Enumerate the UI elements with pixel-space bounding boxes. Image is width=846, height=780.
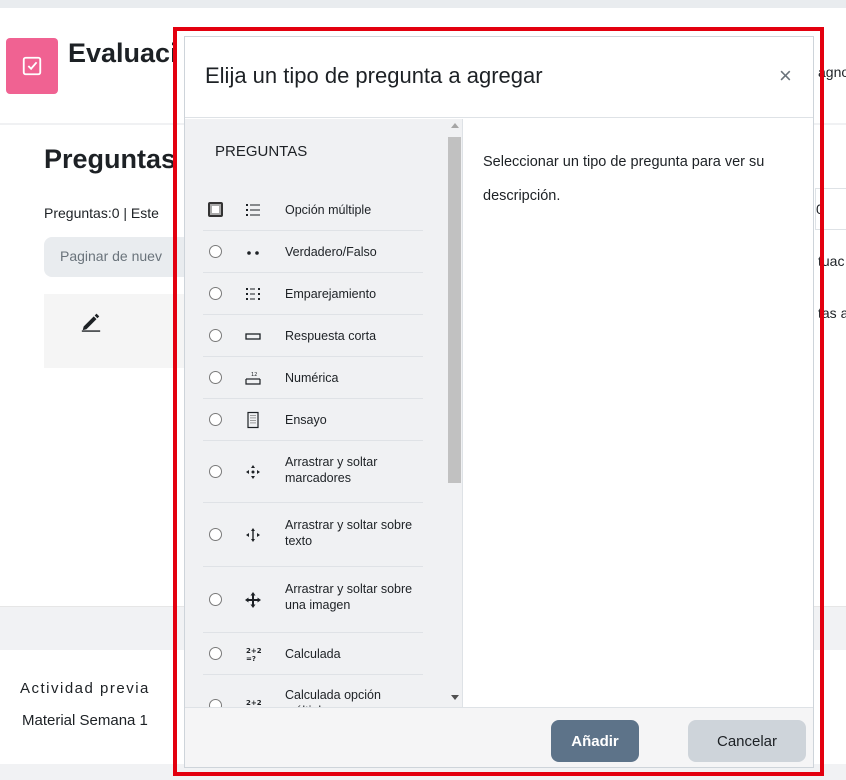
header-right-fragment: agno	[818, 64, 846, 80]
svg-text:2+2: 2+2	[246, 699, 262, 707]
option-label: Verdadero/Falso	[285, 245, 377, 259]
option-label: Calculada opción múltiple	[285, 688, 381, 707]
multichoice-icon	[241, 198, 265, 222]
shortanswer-icon	[241, 324, 265, 348]
option-label: Respuesta corta	[285, 329, 377, 343]
match-icon	[241, 282, 265, 306]
pencil-icon[interactable]	[80, 310, 102, 332]
radio-button[interactable]	[209, 413, 222, 426]
option-calculatedmulti[interactable]: 2+2=? Calculada opción múltiple	[203, 675, 423, 707]
option-essay[interactable]: Ensayo	[203, 399, 423, 441]
radio-button[interactable]	[209, 647, 222, 660]
option-multichoice[interactable]: Opción múltiple	[203, 189, 423, 231]
quiz-activity-icon	[6, 38, 58, 94]
previous-activity-link[interactable]: Material Semana 1	[22, 712, 148, 729]
modal-header: Elija un tipo de pregunta a agregar ×	[185, 37, 813, 118]
section-title: Preguntas	[44, 144, 177, 174]
radio-button[interactable]	[209, 699, 222, 707]
modal-title: Elija un tipo de pregunta a agregar	[205, 63, 543, 88]
radio-button[interactable]	[209, 329, 222, 342]
ddimageortext-icon	[241, 588, 265, 612]
scroll-thumb[interactable]	[448, 137, 461, 483]
option-label: Arrastrar y soltar sobre una imagen	[285, 582, 413, 612]
ddwtos-icon	[241, 523, 265, 547]
radio-button[interactable]	[209, 465, 222, 478]
svg-text:2+2: 2+2	[246, 647, 262, 655]
truefalse-icon	[241, 240, 265, 264]
radio-button[interactable]	[208, 202, 223, 217]
option-ddmarker[interactable]: Arrastrar y soltar marcadores	[203, 441, 423, 503]
option-ddwtos[interactable]: Arrastrar y soltar sobre texto	[203, 503, 423, 567]
scroll-down-arrow-icon[interactable]	[451, 695, 459, 700]
radio-button[interactable]	[209, 287, 222, 300]
option-label: Ensayo	[285, 413, 327, 427]
description-panel: Seleccionar un tipo de pregunta para ver…	[463, 119, 813, 707]
cancel-button[interactable]: Cancelar	[688, 720, 806, 762]
option-label: Calculada	[285, 647, 341, 661]
radio-button[interactable]	[209, 593, 222, 606]
option-label: Numérica	[285, 371, 339, 385]
top-navbar-edge	[0, 0, 846, 8]
ddmarker-icon	[241, 460, 265, 484]
quiz-title: Evaluaci	[68, 38, 178, 68]
radio-button[interactable]	[209, 245, 222, 258]
max-grade-input[interactable]: 0	[815, 188, 846, 230]
option-label: Arrastrar y soltar marcadores	[285, 455, 378, 485]
option-label: Emparejamiento	[285, 287, 377, 301]
option-calculated[interactable]: 2+2 =? Calculada	[203, 633, 423, 675]
scroll-up-arrow-icon[interactable]	[451, 123, 459, 128]
radio-button[interactable]	[209, 371, 222, 384]
option-label: Arrastrar y soltar sobre texto	[285, 518, 413, 548]
option-ddimageortext[interactable]: Arrastrar y soltar sobre una imagen	[203, 567, 423, 633]
right-fragment-text: tas a	[818, 305, 846, 321]
calculatedmulti-icon: 2+2=?	[241, 694, 265, 707]
question-options-panel: PREGUNTAS Opción múltiple Verdadero/Fals…	[185, 119, 463, 707]
option-shortanswer[interactable]: Respuesta corta	[203, 315, 423, 357]
right-fragment-text: tuac	[818, 253, 845, 269]
previous-activity-label: Actividad previa	[20, 680, 150, 697]
question-count: Preguntas:0 | Este	[44, 205, 159, 221]
essay-icon	[241, 408, 265, 432]
option-numerical[interactable]: 12 Numérica	[203, 357, 423, 399]
svg-text:=?: =?	[246, 655, 256, 663]
svg-text:12: 12	[251, 372, 257, 378]
option-label: Opción múltiple	[285, 203, 372, 217]
option-truefalse[interactable]: Verdadero/Falso	[203, 231, 423, 273]
question-type-chooser-dialog: Elija un tipo de pregunta a agregar × PR…	[184, 36, 814, 768]
calculated-icon: 2+2 =?	[241, 642, 265, 666]
numerical-icon: 12	[241, 366, 265, 390]
max-grade-value: 0	[816, 201, 824, 217]
options-heading: PREGUNTAS	[215, 143, 308, 160]
options-scrollbar[interactable]	[446, 119, 462, 707]
description-text: Seleccionar un tipo de pregunta para ver…	[483, 154, 765, 204]
add-button[interactable]: Añadir	[551, 720, 639, 762]
modal-footer: Añadir Cancelar	[185, 707, 813, 767]
option-match[interactable]: Emparejamiento	[203, 273, 423, 315]
close-icon[interactable]: ×	[779, 65, 792, 87]
radio-button[interactable]	[209, 528, 222, 541]
